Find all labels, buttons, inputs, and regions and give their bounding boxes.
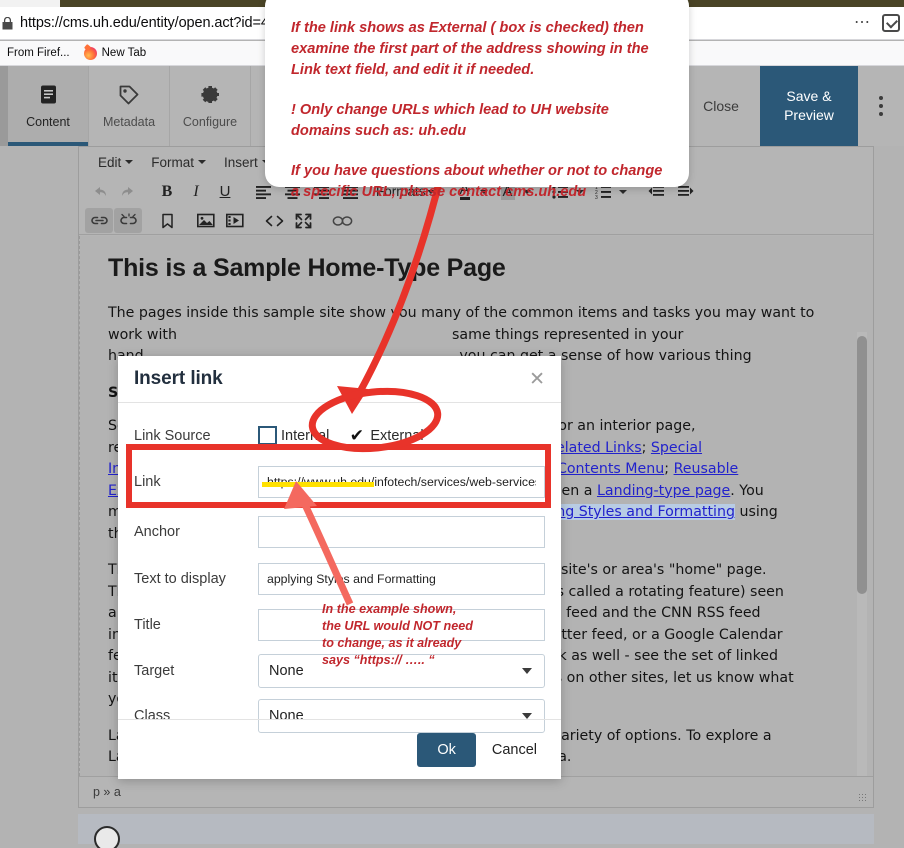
browser-tab-3[interactable] [688, 0, 904, 7]
underline-icon[interactable]: U [211, 179, 239, 204]
unlink-icon[interactable] [114, 208, 142, 233]
below-editor-panel [78, 814, 874, 848]
external-label: External [370, 427, 424, 444]
bookmark-new-tab[interactable]: New Tab [77, 46, 154, 60]
anchor-input[interactable] [258, 515, 545, 548]
external-checkbox[interactable]: ✔ [347, 426, 366, 445]
special-character-icon[interactable] [328, 208, 356, 233]
gear-icon [200, 84, 221, 109]
nav-tab-label: Metadata [102, 114, 156, 129]
nav-tab-label: Content [26, 114, 70, 129]
insert-link-dialog: Insert link ✕ Link Source Internal ✔ Ext… [118, 356, 561, 779]
scrollbar-thumb[interactable] [857, 336, 867, 594]
screen: https://cms.uh.edu/entity/open.act?id=4 … [0, 0, 904, 848]
firefox-icon [83, 46, 97, 60]
chevron-down-icon [522, 712, 532, 719]
doc-link[interactable]: Special [651, 440, 702, 456]
target-label: Target [134, 662, 175, 679]
browser-tab-active[interactable] [0, 0, 60, 7]
target-select[interactable]: None [258, 653, 545, 688]
callout-paragraph-3: If you have questions about whether or n… [291, 163, 663, 200]
document-icon [38, 84, 59, 109]
dialog-body: Link Source Internal ✔ External Link Anc… [118, 403, 561, 742]
yellow-highlight-marker [262, 482, 374, 487]
more-vertical-icon[interactable] [858, 66, 904, 146]
dialog-header: Insert link ✕ [118, 356, 561, 403]
link-source-label: Link Source [134, 427, 211, 444]
insert-link-icon[interactable] [85, 208, 113, 233]
title-input[interactable] [258, 609, 545, 641]
chevron-down-icon [522, 667, 532, 674]
resize-handle[interactable] [858, 793, 868, 803]
anchor-icon[interactable] [153, 208, 181, 233]
save-and-preview-button[interactable]: Save & Preview [760, 66, 858, 146]
nav-tab-configure[interactable]: Configure [170, 66, 251, 146]
dialog-footer: Ok Cancel [118, 719, 561, 779]
ellipsis-icon[interactable]: ⋯ [854, 15, 872, 31]
element-path[interactable]: p » a [93, 785, 121, 799]
menu-format[interactable]: Format [144, 152, 213, 173]
fullscreen-icon[interactable] [289, 208, 317, 233]
text-to-display-input[interactable] [258, 562, 545, 595]
nav-left-strip [0, 66, 8, 146]
nav-tab-label: Configure [182, 114, 238, 129]
undo-icon[interactable] [85, 179, 113, 204]
title-label: Title [134, 617, 161, 633]
field-target: Target None [134, 648, 545, 693]
callout-paragraph-2: ! Only change URLs which lead to UH webs… [291, 102, 609, 139]
menu-label: Insert [224, 154, 258, 170]
menu-label: Edit [98, 154, 122, 170]
redo-icon[interactable] [114, 179, 142, 204]
instruction-callout: If the link shows as External ( box is c… [265, 0, 689, 200]
url-text[interactable]: https://cms.uh.edu/entity/open.act?id=4 [20, 15, 269, 31]
close-button[interactable]: Close [682, 66, 760, 146]
page-title: This is a Sample Home-Type Page [108, 254, 506, 282]
field-text-to-display: Text to display [134, 555, 545, 602]
field-link-source: Link Source Internal ✔ External [134, 415, 545, 456]
menu-edit[interactable]: Edit [91, 152, 140, 173]
ok-button[interactable]: Ok [417, 732, 476, 767]
editor-toolbar-row-2 [79, 206, 873, 235]
lock-icon [2, 16, 16, 30]
link-label: Link [134, 474, 161, 490]
bookmark-label: New Tab [101, 47, 147, 59]
callout-paragraph-1: If the link shows as External ( box is c… [291, 20, 649, 78]
field-anchor: Anchor [134, 508, 545, 555]
save-label-line1: Save & [786, 88, 832, 104]
doc-link[interactable]: Landing-type page [597, 483, 730, 499]
cancel-button[interactable]: Cancel [486, 733, 543, 767]
italic-icon[interactable]: I [182, 179, 210, 204]
tag-icon [118, 84, 140, 109]
internal-label: Internal [281, 427, 330, 444]
editor-statusbar: p » a [79, 776, 873, 807]
source-code-icon[interactable] [260, 208, 288, 233]
editor-vertical-scrollbar[interactable] [857, 332, 867, 776]
insert-image-icon[interactable] [192, 208, 220, 233]
bookmark-label: From Firef... [7, 47, 70, 59]
insert-media-icon[interactable] [221, 208, 249, 233]
circle-icon [94, 826, 120, 848]
bold-icon[interactable]: B [153, 179, 181, 204]
text-to-display-label: Text to display [134, 570, 226, 587]
menu-label: Format [151, 154, 195, 170]
nav-tab-content[interactable]: Content [8, 66, 89, 146]
dialog-title: Insert link [134, 368, 223, 389]
save-label-line2: Preview [784, 107, 834, 123]
target-value: None [269, 662, 304, 679]
doc-link[interactable]: Reusable [674, 461, 739, 477]
anchor-label: Anchor [134, 523, 180, 540]
pocket-icon[interactable] [882, 14, 900, 32]
field-title: Title [134, 602, 545, 648]
bookmark-from-firefox[interactable]: From Firef... [0, 47, 77, 59]
internal-checkbox[interactable] [258, 426, 277, 445]
close-icon[interactable]: ✕ [529, 370, 545, 389]
nav-tab-metadata[interactable]: Metadata [89, 66, 170, 146]
